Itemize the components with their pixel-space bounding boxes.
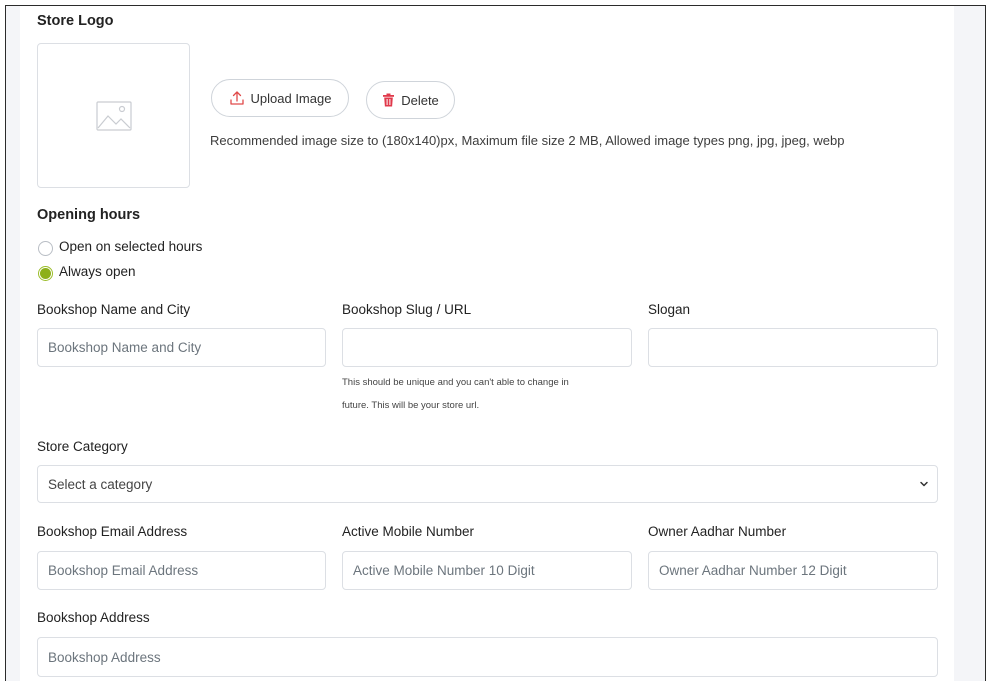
chevron-down-icon [920,481,928,487]
page-frame: Store Logo Upload Image Delete Recommend… [5,5,986,681]
slug-note-line-1: This should be unique and you can't able… [342,377,569,388]
aadhar-input[interactable] [648,551,938,590]
slogan-input[interactable] [648,328,938,367]
email-input[interactable] [37,551,326,590]
trash-icon [383,93,395,107]
bookshop-slug-label: Bookshop Slug / URL [342,302,472,317]
upload-icon [229,91,244,105]
slug-note-line-2: future. This will be your store url. [342,400,480,411]
bookshop-name-input[interactable] [37,328,326,367]
radio-open-selected-hours-label: Open on selected hours [59,239,203,254]
bookshop-slug-input[interactable] [342,328,632,367]
aadhar-label: Owner Aadhar Number [648,524,787,539]
delete-label: Delete [401,92,439,108]
bookshop-name-label: Bookshop Name and City [37,302,191,317]
logo-upload-hint: Recommended image size to (180x140)px, M… [210,133,845,148]
upload-image-label: Upload Image [250,90,332,106]
slogan-label: Slogan [648,302,691,317]
radio-always-open[interactable] [38,266,53,281]
store-category-label: Store Category [37,439,128,454]
radio-open-selected-hours[interactable] [38,241,53,256]
upload-image-button[interactable]: Upload Image [211,79,349,117]
mobile-label: Active Mobile Number [342,524,475,539]
delete-button[interactable]: Delete [366,81,455,119]
store-category-selected: Select a category [48,476,153,492]
store-category-select[interactable]: Select a category [37,465,938,503]
image-placeholder-icon [95,100,132,131]
logo-preview[interactable] [37,43,190,188]
email-label: Bookshop Email Address [37,524,188,539]
mobile-input[interactable] [342,551,632,590]
store-logo-heading: Store Logo [37,13,114,29]
address-label: Bookshop Address [37,610,150,625]
opening-hours-heading: Opening hours [37,207,141,223]
store-settings-card: Store Logo Upload Image Delete Recommend… [20,6,954,681]
address-input[interactable] [37,637,938,677]
radio-always-open-label: Always open [59,264,136,279]
